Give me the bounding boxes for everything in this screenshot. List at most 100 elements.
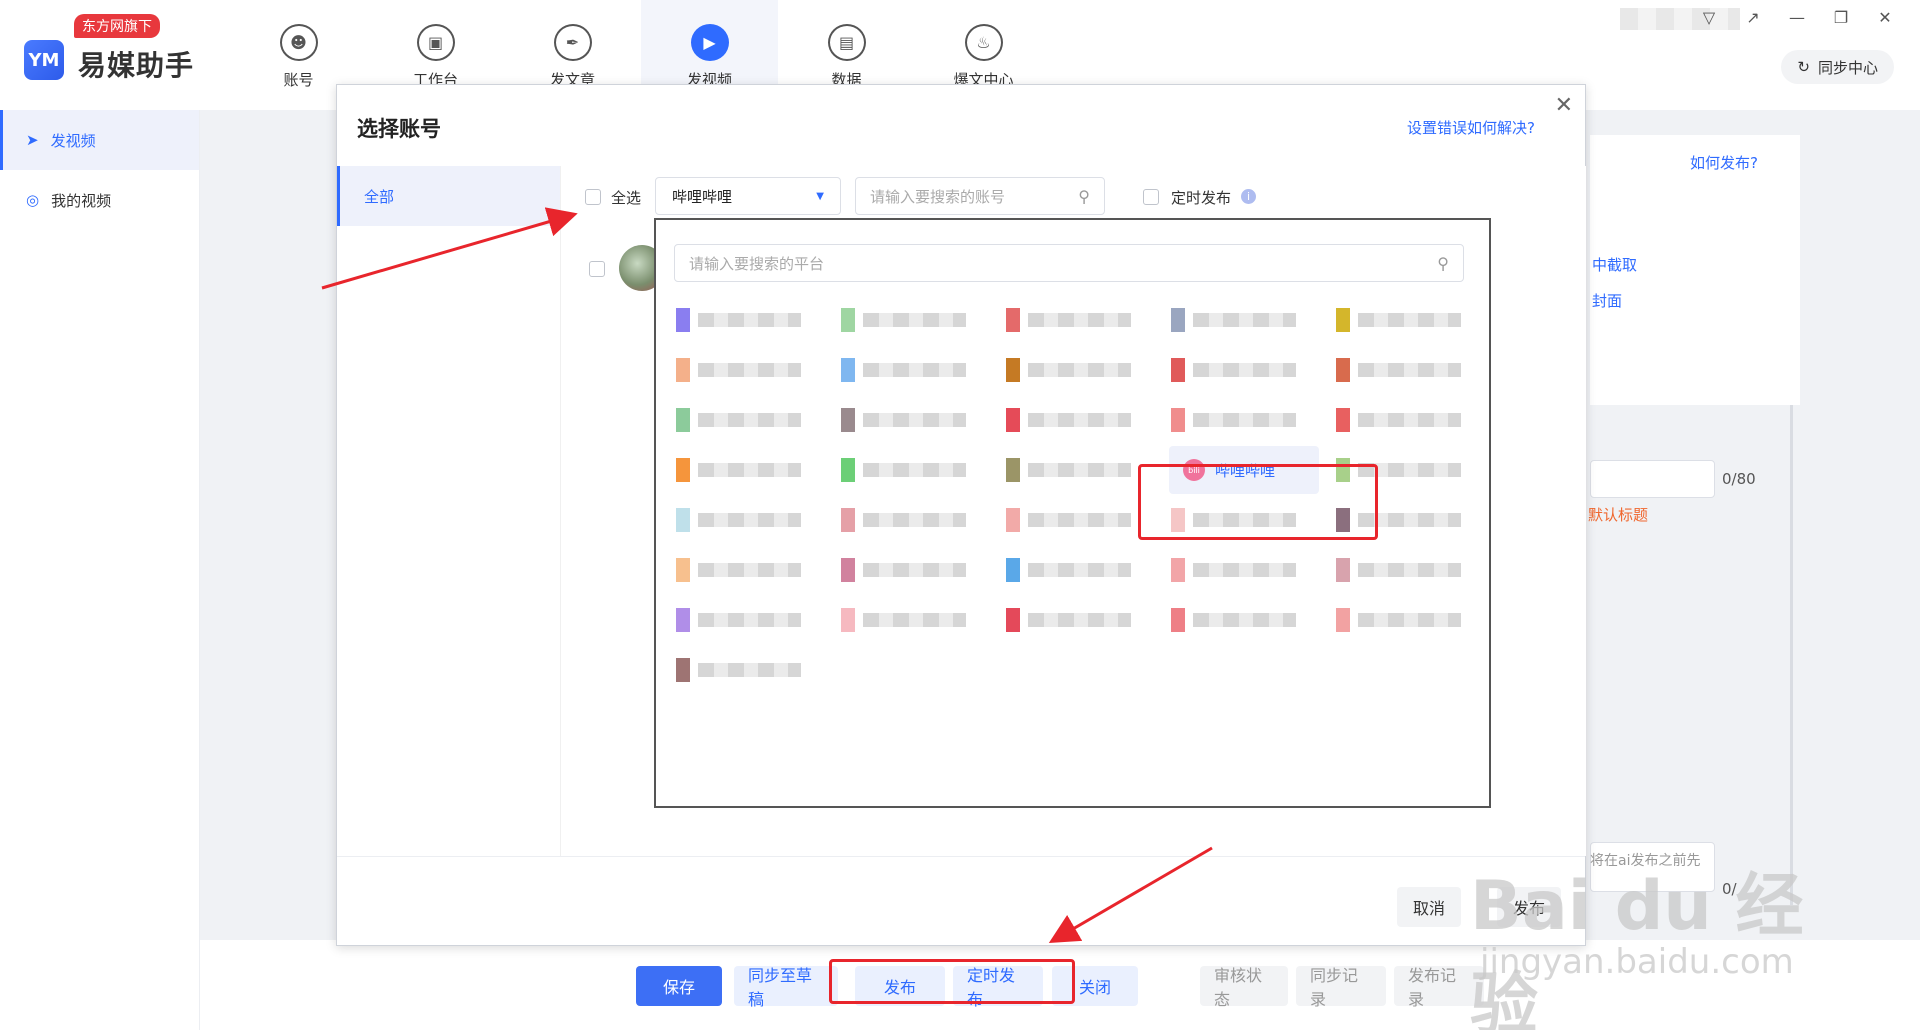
platform-name-blurred: [1358, 613, 1461, 627]
platform-name-blurred: [1193, 413, 1296, 427]
platform-name-blurred: [698, 313, 801, 327]
sidebar: ➤ 发视频 ◎ 我的视频: [0, 110, 200, 1030]
platform-select-value: 哔哩哔哩: [672, 187, 733, 206]
platform-item[interactable]: [1006, 350, 1131, 390]
account-checkbox[interactable]: [589, 261, 605, 277]
platform-logo-icon: [1006, 408, 1020, 432]
platform-item[interactable]: [1006, 550, 1131, 590]
nav-item-account[interactable]: ☻ 账号: [230, 0, 367, 90]
platform-name-blurred: [1028, 463, 1131, 477]
nav-item-hot[interactable]: ♨ 爆文中心: [915, 0, 1052, 90]
platform-item[interactable]: [1171, 400, 1296, 440]
platform-item[interactable]: [841, 300, 966, 340]
scheduled-publish-checkbox[interactable]: [1143, 189, 1159, 205]
info-icon[interactable]: i: [1241, 189, 1256, 204]
restore-icon[interactable]: ❐: [1832, 8, 1850, 27]
platform-name-blurred: [863, 413, 966, 427]
platform-logo-icon: [841, 608, 855, 632]
sync-draft-button[interactable]: 同步至草稿: [734, 966, 838, 1009]
platform-item[interactable]: [841, 350, 966, 390]
refresh-icon: ↻: [1797, 58, 1810, 76]
account-search-input[interactable]: 请输入要搜索的账号 ⚲: [855, 177, 1105, 215]
platform-item[interactable]: [1336, 400, 1461, 440]
platform-item[interactable]: [1006, 400, 1131, 440]
select-all-checkbox[interactable]: [585, 189, 601, 205]
platform-item[interactable]: [841, 400, 966, 440]
external-link-icon[interactable]: ↗: [1744, 8, 1762, 27]
platform-item[interactable]: [676, 600, 801, 640]
settings-help-link[interactable]: 设置错误如何解决?: [1407, 117, 1535, 138]
watermark-sub-text: jingyan.baidu.com: [1480, 942, 1794, 982]
save-button[interactable]: 保存: [636, 966, 722, 1006]
platform-name-blurred: [863, 613, 966, 627]
sidebar-item-my-videos[interactable]: ◎ 我的视频: [0, 170, 199, 230]
sync-record-button[interactable]: 同步记录: [1296, 966, 1386, 1009]
platform-item[interactable]: [1336, 300, 1461, 340]
platform-item[interactable]: [676, 550, 801, 590]
platform-name-blurred: [863, 363, 966, 377]
platform-item[interactable]: [1336, 600, 1461, 640]
title-counter: 0/80: [1722, 470, 1756, 488]
send-icon: ➤: [26, 131, 39, 149]
platform-item[interactable]: [676, 300, 801, 340]
platform-name-blurred: [1193, 563, 1296, 577]
modal-footer-divider: [337, 856, 1585, 857]
capture-from-video-link[interactable]: 中截取: [1592, 254, 1637, 275]
platform-item[interactable]: [1171, 350, 1296, 390]
platform-item[interactable]: [1006, 500, 1131, 540]
how-to-publish-link[interactable]: 如何发布?: [1690, 152, 1758, 173]
platform-logo-icon: [1171, 408, 1185, 432]
platform-item[interactable]: [1006, 300, 1131, 340]
platform-item[interactable]: [676, 400, 801, 440]
default-title-link[interactable]: 默认标题: [1588, 504, 1648, 525]
platform-item[interactable]: [676, 650, 801, 690]
platform-item[interactable]: [1171, 300, 1296, 340]
nav-item-article[interactable]: ✒ 发文章: [504, 0, 641, 90]
platform-item[interactable]: [841, 450, 966, 490]
modal-cancel-button[interactable]: 取消: [1397, 887, 1462, 927]
sync-center-button[interactable]: ↻ 同步中心: [1781, 50, 1894, 84]
platform-item[interactable]: [1006, 450, 1131, 490]
platform-logo-icon: [1006, 458, 1020, 482]
platform-name-blurred: [698, 663, 801, 677]
close-icon[interactable]: ✕: [1876, 8, 1894, 27]
account-group-list: 全部: [337, 166, 561, 856]
nav-item-data[interactable]: ▤ 数据: [778, 0, 915, 90]
review-status-button[interactable]: 审核状态: [1200, 966, 1288, 1009]
platform-name-blurred: [1358, 313, 1461, 327]
title-input[interactable]: [1590, 460, 1715, 498]
sidebar-item-publish-video[interactable]: ➤ 发视频: [0, 110, 199, 170]
platform-item[interactable]: [1006, 600, 1131, 640]
platform-select[interactable]: 哔哩哔哩 ▼: [655, 177, 841, 215]
platform-item[interactable]: [676, 450, 801, 490]
platform-name-blurred: [1193, 363, 1296, 377]
platform-logo-icon: [676, 658, 690, 682]
platform-item[interactable]: [841, 550, 966, 590]
platform-item[interactable]: [1171, 550, 1296, 590]
nav-item-video[interactable]: ▶ 发视频: [641, 0, 778, 90]
platform-name-blurred: [1193, 313, 1296, 327]
modal-close-icon[interactable]: ✕: [1555, 93, 1573, 118]
group-item-all[interactable]: 全部: [337, 166, 560, 226]
platform-item[interactable]: [676, 500, 801, 540]
menu-dropdown-icon[interactable]: ▽: [1700, 8, 1718, 27]
platform-item[interactable]: [841, 500, 966, 540]
platform-item[interactable]: [841, 600, 966, 640]
platform-name-blurred: [1358, 563, 1461, 577]
modal-title: 选择账号: [357, 117, 441, 141]
cover-link[interactable]: 封面: [1592, 290, 1622, 311]
platform-item[interactable]: [1336, 550, 1461, 590]
minimize-icon[interactable]: —: [1788, 8, 1806, 27]
platform-logo-icon: [1336, 408, 1350, 432]
platform-search-input[interactable]: 请输入要搜索的平台 ⚲: [674, 244, 1464, 282]
platform-logo-icon: [841, 408, 855, 432]
platform-logo-icon: [841, 558, 855, 582]
sync-center-label: 同步中心: [1817, 58, 1878, 77]
nav-item-workbench[interactable]: ▣ 工作台: [367, 0, 504, 90]
platform-item[interactable]: [1336, 350, 1461, 390]
platform-item[interactable]: [676, 350, 801, 390]
platform-logo-icon: [1006, 358, 1020, 382]
platform-name-blurred: [1358, 363, 1461, 377]
platform-item[interactable]: [1171, 600, 1296, 640]
platform-name-blurred: [1028, 413, 1131, 427]
